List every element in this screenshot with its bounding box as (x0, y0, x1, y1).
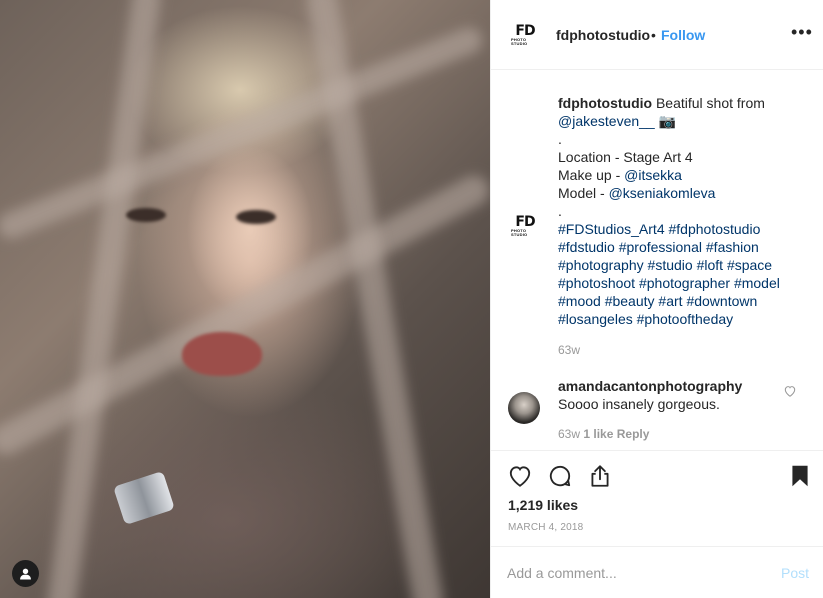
makeup-label: Make up - (558, 167, 621, 183)
mention-link[interactable]: @kseniakomleva (609, 185, 716, 201)
caption-username-link[interactable]: fdphotostudio (558, 95, 652, 111)
hashtag-link[interactable]: #fdstudio (558, 239, 615, 255)
caption-location: Location - Stage Art 4 (558, 149, 693, 165)
post-comment-button[interactable]: Post (781, 565, 809, 581)
hashtag-link[interactable]: #photooftheday (637, 311, 734, 327)
mention-link[interactable]: @jakesteven__ (558, 113, 655, 129)
hashtag-line: #mood #beauty #art #downtown (558, 292, 808, 310)
caption-separator: . (558, 203, 562, 219)
follow-separator: • (651, 27, 656, 43)
tagged-users-button[interactable] (12, 560, 39, 587)
post-date[interactable]: MARCH 4, 2018 (508, 522, 583, 533)
post-header: FD PHOTO STUDIO fdphotostudio • Follow •… (491, 0, 823, 70)
post-details-panel: FD PHOTO STUDIO fdphotostudio • Follow •… (490, 0, 823, 598)
likes-count[interactable]: 1,219 likes (508, 497, 578, 513)
hashtag-link[interactable]: #professional (619, 239, 702, 255)
hashtag-link[interactable]: #downtown (686, 293, 757, 309)
caption-text: Beatiful shot from (655, 95, 765, 111)
hashtag-line: #fdstudio #professional #fashion (558, 238, 808, 256)
logo-subtext: PHOTO STUDIO (511, 228, 528, 237)
bookmark-icon[interactable] (787, 463, 813, 489)
hashtag-link[interactable]: #mood (558, 293, 601, 309)
hashtag-line: #losangeles #photooftheday (558, 310, 808, 328)
post-actions: 1,219 likes MARCH 4, 2018 (491, 450, 823, 546)
hashtag-link[interactable]: #photography (558, 257, 644, 273)
hashtag-link[interactable]: #fdphotostudio (669, 221, 761, 237)
commenter-username-link[interactable]: amandacantonphotography (558, 378, 742, 394)
user-icon (20, 568, 31, 580)
hashtag-link[interactable]: #art (658, 293, 682, 309)
caption-emoji: 📷 (658, 113, 677, 129)
share-icon[interactable] (587, 463, 613, 489)
hashtag-link[interactable]: #losangeles (558, 311, 633, 327)
hashtag-link[interactable]: #space (727, 257, 772, 273)
hashtag-link[interactable]: #model (734, 275, 780, 291)
follow-button[interactable]: Follow (661, 27, 705, 43)
account-username-link[interactable]: fdphotostudio (556, 27, 650, 43)
logo-subtext: PHOTO STUDIO (511, 37, 528, 46)
post-caption: fdphotostudio Beatiful shot from @jakest… (558, 94, 808, 328)
mention-link[interactable]: @itsekka (624, 167, 682, 183)
comment-icon[interactable] (547, 463, 573, 489)
comment-text: Soooo insanely gorgeous. (558, 396, 720, 412)
hashtag-line: #FDStudios_Art4 #fdphotostudio (558, 220, 808, 238)
caption-timestamp[interactable]: 63w (558, 343, 580, 357)
caption-avatar[interactable]: FD PHOTO STUDIO (511, 212, 539, 240)
comment-likes-link[interactable]: 1 like (583, 427, 613, 441)
more-options-button[interactable]: ••• (791, 22, 813, 43)
comment-timestamp[interactable]: 63w (558, 427, 580, 441)
comment-input[interactable] (507, 561, 767, 585)
logo-text: FD (515, 214, 535, 230)
comment-meta: 63w 1 like Reply (558, 427, 649, 441)
hashtag-line: #photoshoot #photographer #model (558, 274, 808, 292)
hashtag-link[interactable]: #beauty (605, 293, 655, 309)
comment-like-heart-icon[interactable] (783, 384, 797, 398)
model-label: Model - (558, 185, 605, 201)
add-comment-section: Post (491, 546, 823, 598)
comment-reply-button[interactable]: Reply (617, 427, 650, 441)
caption-separator: . (558, 131, 562, 147)
hashtag-link[interactable]: #FDStudios_Art4 (558, 221, 665, 237)
hashtag-link[interactable]: #loft (697, 257, 723, 273)
hashtag-link[interactable]: #photographer (639, 275, 730, 291)
heart-icon[interactable] (507, 463, 533, 489)
logo-text: FD (515, 23, 535, 39)
commenter-avatar[interactable] (508, 392, 540, 424)
hashtag-link[interactable]: #fashion (706, 239, 759, 255)
account-avatar[interactable]: FD PHOTO STUDIO (511, 21, 539, 49)
post-photo[interactable] (0, 0, 490, 598)
hashtag-line: #photography #studio #loft #space (558, 256, 808, 274)
hashtag-link[interactable]: #photoshoot (558, 275, 635, 291)
hashtag-link[interactable]: #studio (648, 257, 693, 273)
